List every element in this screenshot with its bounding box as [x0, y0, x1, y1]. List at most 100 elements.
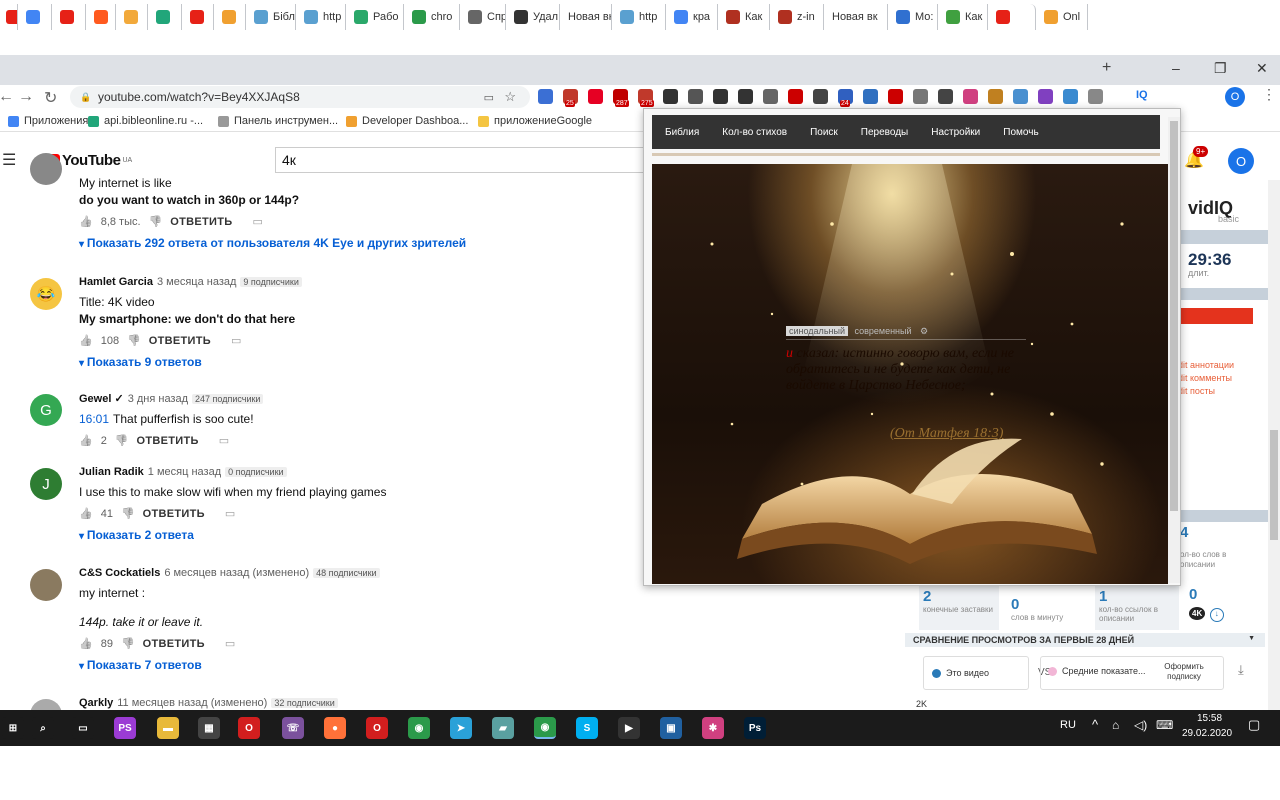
- extension-icon[interactable]: [1088, 89, 1103, 104]
- extension-icon[interactable]: [888, 89, 903, 104]
- bookmark-item[interactable]: api.bibleonline.ru -...: [88, 115, 203, 127]
- extension-icon[interactable]: [738, 89, 753, 104]
- browser-tab[interactable]: [990, 4, 1036, 30]
- extension-icon[interactable]: [813, 89, 828, 104]
- chrome-icon[interactable]: ◉: [408, 717, 430, 739]
- extension-icon[interactable]: [763, 89, 778, 104]
- popup-scrollbar-thumb[interactable]: [1170, 121, 1178, 511]
- close-window-button[interactable]: ✕: [1256, 60, 1268, 77]
- minimize-button[interactable]: –: [1172, 60, 1180, 76]
- browser-tab[interactable]: Бібл: [248, 4, 296, 30]
- browser-tab[interactable]: http: [614, 4, 666, 30]
- chrome-active-icon[interactable]: ◉: [534, 717, 556, 739]
- like-icon[interactable]: 👍: [79, 215, 93, 228]
- download-icon[interactable]: ⤓: [1238, 662, 1244, 678]
- comment-author[interactable]: Gewel ✓: [79, 393, 124, 405]
- language-indicator[interactable]: RU: [1060, 719, 1076, 731]
- translation-synodal-tab[interactable]: синодальный: [786, 326, 848, 336]
- comment-time[interactable]: 11 месяцев назад (изменено): [117, 697, 267, 709]
- vidiq-reply-icon[interactable]: ▭: [252, 215, 262, 228]
- clock-time[interactable]: 15:58: [1197, 713, 1222, 724]
- like-icon[interactable]: 👍: [79, 507, 93, 520]
- dislike-icon[interactable]: 👎: [149, 215, 163, 228]
- extension-icon[interactable]: [863, 89, 878, 104]
- dislike-icon[interactable]: 👎: [115, 434, 129, 447]
- extension-icon[interactable]: [1013, 89, 1028, 104]
- skype-icon[interactable]: S: [576, 717, 598, 739]
- nav-verse-count[interactable]: Кол-во стихов: [722, 127, 787, 138]
- bookmark-star-icon[interactable]: ☆: [504, 89, 516, 105]
- extension-icon[interactable]: [963, 89, 978, 104]
- opera-icon[interactable]: O: [366, 717, 388, 739]
- extension-icon[interactable]: [913, 89, 928, 104]
- subscribe-button[interactable]: Оформить подписку: [1152, 662, 1216, 682]
- show-replies-link[interactable]: ▾ Показать 292 ответа от пользователя 4K…: [79, 236, 466, 250]
- search-icon[interactable]: ⌕: [32, 717, 54, 739]
- screen-icon[interactable]: ▣: [660, 717, 682, 739]
- photoshop-icon[interactable]: Ps: [744, 717, 766, 739]
- nav-search[interactable]: Поиск: [810, 127, 838, 138]
- comment-time[interactable]: 6 месяцев назад (изменено): [164, 567, 309, 579]
- file-explorer-icon[interactable]: ▬: [157, 717, 179, 739]
- cast-icon[interactable]: ▭: [484, 91, 494, 104]
- browser-tab[interactable]: chro: [406, 4, 460, 30]
- opera-red-icon[interactable]: O: [238, 717, 260, 739]
- commenter-avatar[interactable]: G: [30, 394, 62, 426]
- nav-settings[interactable]: Настройки: [931, 127, 980, 138]
- comment-author[interactable]: Hamlet Garcia: [79, 276, 153, 288]
- extension-icon[interactable]: [938, 89, 953, 104]
- extension-icon[interactable]: [688, 89, 703, 104]
- vidiq-reply-icon[interactable]: ▭: [225, 507, 235, 520]
- keyboard-icon[interactable]: ⌨: [1156, 718, 1173, 732]
- browser-tab[interactable]: [150, 4, 182, 30]
- reply-button[interactable]: ОТВЕТИТЬ: [143, 508, 205, 520]
- youtube-user-avatar[interactable]: O: [1228, 148, 1254, 174]
- notes-icon[interactable]: ▰: [492, 717, 514, 739]
- extension-icon[interactable]: [788, 89, 803, 104]
- extension-icon[interactable]: [588, 89, 603, 104]
- browser-tab[interactable]: http: [298, 4, 346, 30]
- back-icon[interactable]: ←: [0, 88, 14, 106]
- comment-author[interactable]: Qarkly: [79, 697, 113, 709]
- browser-tab[interactable]: [88, 4, 116, 30]
- bookmark-item[interactable]: приложениеGoogle: [478, 115, 592, 127]
- hamburger-menu-icon[interactable]: ☰: [2, 150, 16, 170]
- bookmark-item[interactable]: Приложения: [8, 115, 88, 127]
- this-video-chip[interactable]: Это видео: [923, 656, 1029, 690]
- task-view-icon[interactable]: ▭: [72, 717, 94, 739]
- phpstorm-icon[interactable]: PS: [114, 717, 136, 739]
- dislike-icon[interactable]: 👎: [121, 637, 135, 650]
- browser-tab[interactable]: Рабо: [348, 4, 404, 30]
- colorful-app-icon[interactable]: ✱: [702, 717, 724, 739]
- dislike-icon[interactable]: 👎: [127, 334, 141, 347]
- comment-time[interactable]: 3 месяца назад: [157, 276, 236, 288]
- like-icon[interactable]: 👍: [79, 434, 93, 447]
- commenter-avatar[interactable]: [30, 569, 62, 601]
- vidiq-reply-icon[interactable]: ▭: [225, 637, 235, 650]
- vidiq-link-posts[interactable]: dit посты: [1178, 386, 1215, 396]
- extension-icon[interactable]: [663, 89, 678, 104]
- menu-kebab-icon[interactable]: ⋮: [1262, 86, 1276, 103]
- bookmark-item[interactable]: Панель инструмен...: [218, 115, 338, 127]
- browser-tab[interactable]: [0, 4, 18, 30]
- windows-start-icon[interactable]: ⊞: [2, 717, 24, 739]
- maximize-button[interactable]: ❐: [1214, 60, 1227, 77]
- comment-author[interactable]: Julian Radik: [79, 466, 144, 478]
- page-scrollbar-thumb[interactable]: [1270, 430, 1278, 540]
- viber-icon[interactable]: ☏: [282, 717, 304, 739]
- bookmark-item[interactable]: Developer Dashboa...: [346, 115, 468, 127]
- comment-time[interactable]: 3 дня назад: [128, 393, 188, 405]
- vidiq-link-comments[interactable]: dit комменты: [1178, 373, 1232, 383]
- settings-gear-icon[interactable]: ⚙: [920, 326, 928, 336]
- forward-icon[interactable]: →: [18, 88, 34, 106]
- network-icon[interactable]: ⌂: [1112, 718, 1119, 732]
- profile-avatar[interactable]: O: [1225, 87, 1245, 107]
- reply-button[interactable]: ОТВЕТИТЬ: [137, 435, 199, 447]
- show-replies-link[interactable]: ▾ Показать 2 ответа: [79, 528, 386, 542]
- reply-button[interactable]: ОТВЕТИТЬ: [170, 216, 232, 228]
- browser-tab[interactable]: Удал: [508, 4, 560, 30]
- notifications-center-icon[interactable]: ▢: [1248, 717, 1260, 733]
- browser-tab[interactable]: Мо:: [890, 4, 938, 30]
- chevron-down-icon[interactable]: ▼: [1248, 635, 1255, 642]
- nav-help[interactable]: Помочь: [1003, 127, 1038, 138]
